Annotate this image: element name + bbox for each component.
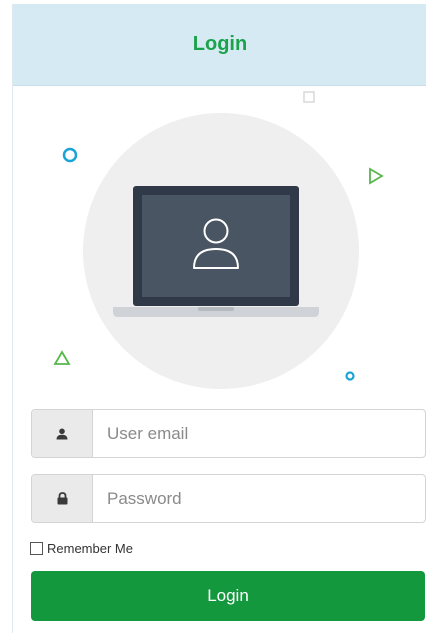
login-panel: Login User email Remember Me Login: [12, 4, 426, 633]
play-triangle-decoration: [368, 167, 384, 190]
password-input-group: [31, 474, 426, 523]
remember-me-checkbox[interactable]: [30, 542, 43, 555]
small-circle-decoration: [344, 369, 356, 387]
login-button[interactable]: Login: [31, 571, 425, 621]
login-button-label: Login: [207, 586, 249, 605]
triangle-outline-decoration: [53, 350, 71, 371]
laptop-user-icon: [113, 186, 321, 327]
password-input[interactable]: [93, 475, 425, 522]
email-input[interactable]: [93, 410, 425, 457]
square-outline-decoration: [303, 90, 315, 108]
login-header: Login: [13, 4, 426, 86]
page-title: Login: [192, 33, 248, 55]
user-icon: [32, 410, 93, 457]
remember-me-label: Remember Me: [47, 541, 133, 556]
circle-outline-decoration: [62, 147, 78, 168]
remember-me-row[interactable]: Remember Me: [30, 541, 133, 556]
email-input-group: [31, 409, 426, 458]
lock-icon: [32, 475, 93, 522]
login-illustration: [13, 86, 426, 396]
